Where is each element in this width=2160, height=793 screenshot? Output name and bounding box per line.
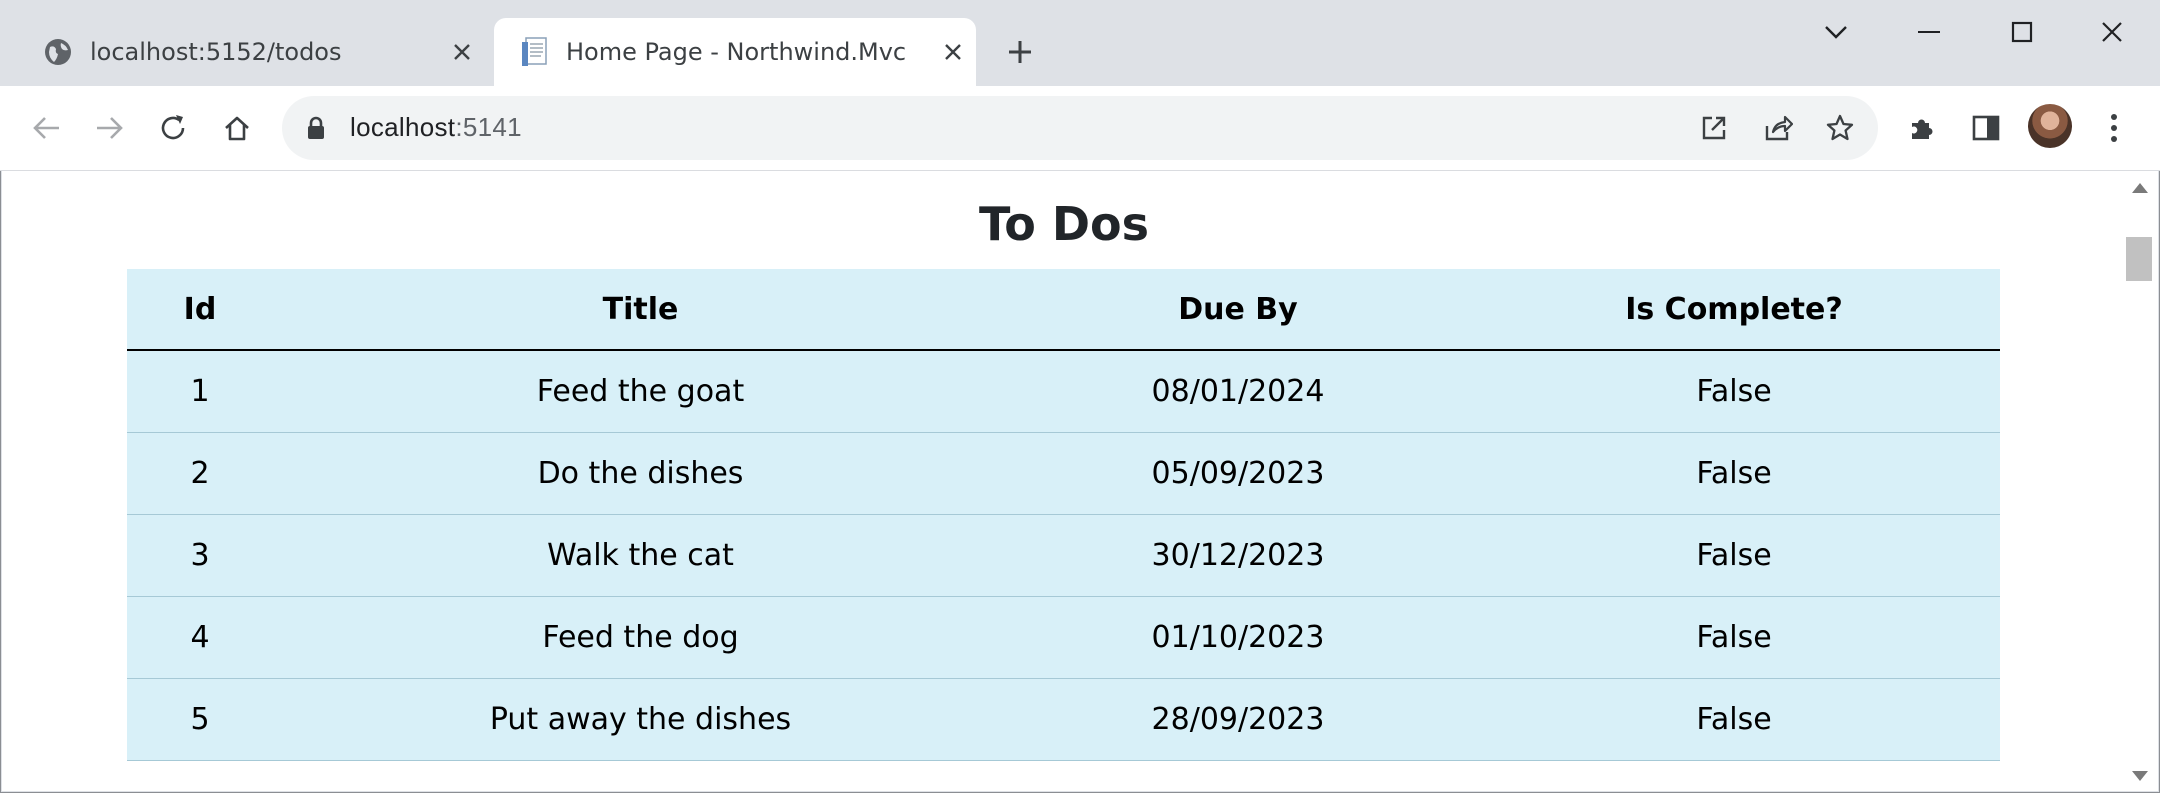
share-icon[interactable] xyxy=(1756,106,1800,150)
close-tab-icon[interactable] xyxy=(936,35,970,69)
table-header-row: Id Title Due By Is Complete? xyxy=(127,269,2000,351)
reload-icon[interactable] xyxy=(151,106,195,150)
close-tab-icon[interactable] xyxy=(445,35,479,69)
cell-title: Walk the cat xyxy=(273,514,1008,597)
tab-title: Home Page - Northwind.Mvc xyxy=(566,38,907,66)
bookmark-star-icon[interactable] xyxy=(1818,106,1862,150)
cell-is-complete: False xyxy=(1468,432,2000,515)
tab-search-chevron-down-icon[interactable] xyxy=(1806,10,1866,54)
table-row: 2 Do the dishes 05/09/2023 False xyxy=(127,432,2000,515)
address-bar[interactable]: localhost:5141 xyxy=(282,96,1878,160)
new-tab-button[interactable] xyxy=(1000,32,1040,72)
page-viewport: To Dos Id Title Due By Is Complete? 1 Fe… xyxy=(2,171,2120,791)
cell-id: 5 xyxy=(127,678,273,761)
tab-title: localhost:5152/todos xyxy=(90,38,342,66)
column-header-id: Id xyxy=(127,269,273,351)
back-button[interactable] xyxy=(24,106,68,150)
more-menu-icon[interactable] xyxy=(2092,106,2136,150)
url-port: :5141 xyxy=(455,112,522,142)
document-icon xyxy=(518,36,550,68)
cell-is-complete: False xyxy=(1468,678,2000,761)
vertical-scrollbar[interactable] xyxy=(2120,171,2158,791)
cell-id: 3 xyxy=(127,514,273,597)
browser-toolbar: localhost:5141 xyxy=(0,86,2160,171)
table-row: 5 Put away the dishes 28/09/2023 False xyxy=(127,678,2000,761)
cell-id: 1 xyxy=(127,350,273,433)
todos-table: Id Title Due By Is Complete? 1 Feed the … xyxy=(127,269,2000,761)
profile-avatar[interactable] xyxy=(2028,104,2072,148)
cell-title: Put away the dishes xyxy=(273,678,1008,761)
column-header-is-complete: Is Complete? xyxy=(1468,269,2000,351)
lock-icon[interactable] xyxy=(306,116,326,144)
cell-title: Do the dishes xyxy=(273,432,1008,515)
scroll-down-arrow-icon[interactable] xyxy=(2132,771,2148,781)
cell-id: 2 xyxy=(127,432,273,515)
cell-is-complete: False xyxy=(1468,596,2000,679)
cell-due-by: 01/10/2023 xyxy=(1008,596,1468,679)
cell-due-by: 30/12/2023 xyxy=(1008,514,1468,597)
tab-home-page-northwind[interactable]: Home Page - Northwind.Mvc xyxy=(494,18,976,86)
cell-title: Feed the goat xyxy=(273,350,1008,433)
table-row: 3 Walk the cat 30/12/2023 False xyxy=(127,514,2000,597)
table-row: 4 Feed the dog 01/10/2023 False xyxy=(127,596,2000,679)
side-panel-icon[interactable] xyxy=(1964,106,2008,150)
scrollbar-thumb[interactable] xyxy=(2126,237,2152,281)
tab-localhost-todos[interactable]: localhost:5152/todos xyxy=(30,18,485,86)
tab-strip: localhost:5152/todos Home Page - Northwi… xyxy=(0,0,2160,86)
column-header-due-by: Due By xyxy=(1008,269,1468,351)
url-text[interactable]: localhost:5141 xyxy=(350,112,522,143)
cell-is-complete: False xyxy=(1468,514,2000,597)
forward-button[interactable] xyxy=(88,106,132,150)
cell-id: 4 xyxy=(127,596,273,679)
table-row: 1 Feed the goat 08/01/2024 False xyxy=(127,350,2000,433)
cell-due-by: 28/09/2023 xyxy=(1008,678,1468,761)
extensions-puzzle-icon[interactable] xyxy=(1900,106,1944,150)
globe-icon xyxy=(42,36,74,68)
close-window-button[interactable] xyxy=(2082,10,2142,54)
url-host: localhost xyxy=(350,112,456,142)
scroll-up-arrow-icon[interactable] xyxy=(2132,183,2148,193)
open-in-app-icon[interactable] xyxy=(1692,106,1736,150)
cell-title: Feed the dog xyxy=(273,596,1008,679)
minimize-button[interactable] xyxy=(1899,10,1959,54)
maximize-button[interactable] xyxy=(1992,10,2052,54)
page-title: To Dos xyxy=(978,197,1150,251)
cell-due-by: 08/01/2024 xyxy=(1008,350,1468,433)
column-header-title: Title xyxy=(273,269,1008,351)
home-icon[interactable] xyxy=(215,106,259,150)
cell-due-by: 05/09/2023 xyxy=(1008,432,1468,515)
cell-is-complete: False xyxy=(1468,350,2000,433)
